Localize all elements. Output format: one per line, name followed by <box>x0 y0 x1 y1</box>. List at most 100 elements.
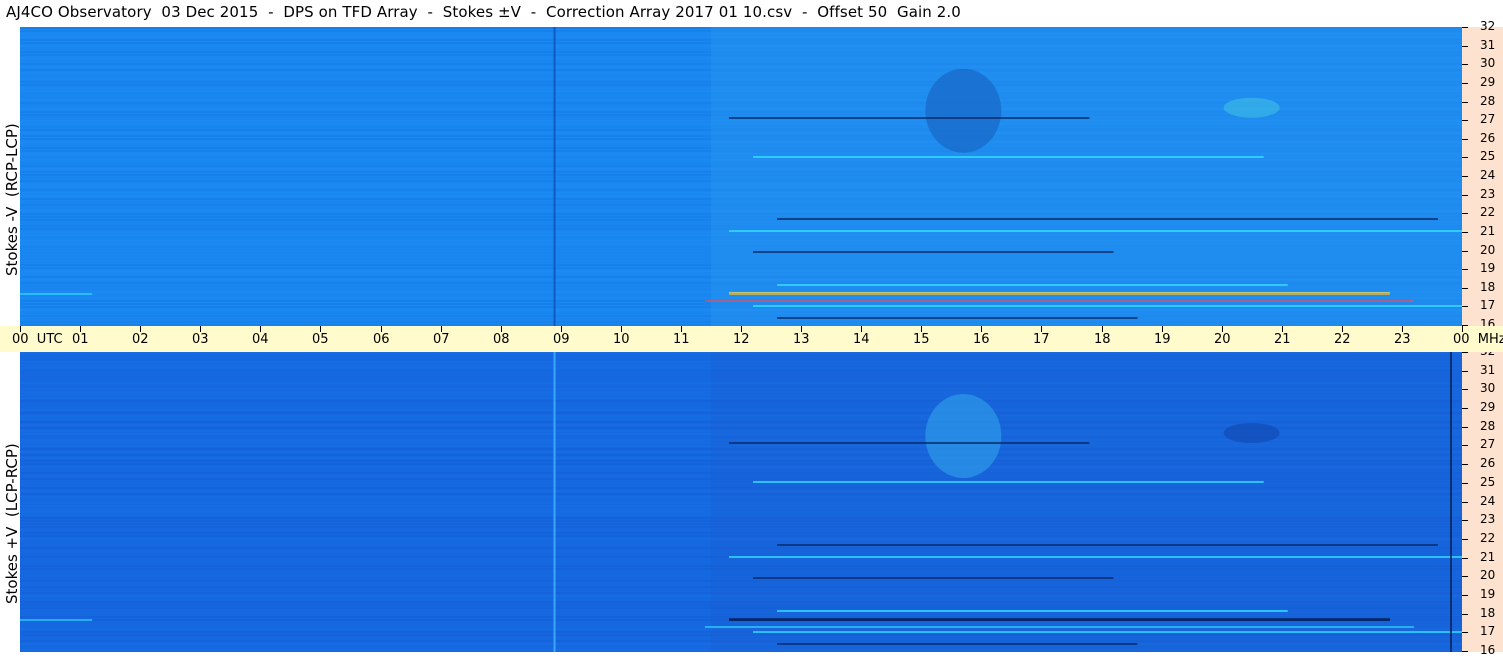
frequency-tick-label: 27 <box>1480 437 1496 451</box>
interference-line <box>753 577 1114 579</box>
interference-line <box>553 352 556 652</box>
time-tick-label: 18 <box>1094 332 1111 347</box>
activity-region <box>710 352 1462 652</box>
time-tick-label: 22 <box>1334 332 1351 347</box>
frequency-tick <box>1462 306 1468 307</box>
time-tick-label: 08 <box>493 332 510 347</box>
time-tick-label: 23 <box>1394 332 1411 347</box>
frequency-tick <box>1462 213 1468 214</box>
interference-line <box>728 230 1462 232</box>
frequency-tick <box>1462 288 1468 289</box>
frequency-tick-label: 17 <box>1480 298 1496 312</box>
frequency-tick-label: 16 <box>1480 643 1496 657</box>
bottom-frequency-axis: 3231302928272625242322212019181716 <box>1462 344 1503 657</box>
frequency-tick <box>1462 195 1468 196</box>
interference-line <box>553 27 556 326</box>
emission-blob <box>925 394 1002 478</box>
time-tick-label: 04 <box>252 332 269 347</box>
top-panel-label: Stokes -V (RCP-LCP) <box>3 123 21 276</box>
frequency-tick <box>1462 251 1468 252</box>
interference-line <box>753 305 1462 307</box>
frequency-tick-label: 31 <box>1480 363 1496 377</box>
time-tick-label: 16 <box>973 332 990 347</box>
bottom-spectrogram <box>20 352 1462 652</box>
frequency-tick-label: 17 <box>1480 624 1496 638</box>
frequency-tick <box>1462 502 1468 503</box>
top-spectrogram-plot <box>20 27 1462 326</box>
interference-line <box>728 442 1090 444</box>
time-tick-label: 07 <box>433 332 450 347</box>
frequency-tick-label: 28 <box>1480 94 1496 108</box>
frequency-tick <box>1462 520 1468 521</box>
frequency-tick-label: 23 <box>1480 187 1496 201</box>
interference-line <box>704 300 1414 302</box>
time-tick-label: 13 <box>793 332 810 347</box>
frequency-tick <box>1462 83 1468 84</box>
interference-line <box>728 556 1462 558</box>
frequency-tick <box>1462 464 1468 465</box>
interference-line <box>704 626 1414 628</box>
time-tick-label: 12 <box>733 332 750 347</box>
interference-line <box>777 643 1138 645</box>
top-frequency-axis: 32 31 30 29 28 27 26 25 24 23 22 21 20 19 18 17 16 <box>1462 19 1503 331</box>
time-tick-label: 06 <box>373 332 390 347</box>
frequency-tick-label: 19 <box>1480 261 1496 275</box>
frequency-tick-label: 31 <box>1480 38 1496 52</box>
frequency-tick-label: 18 <box>1480 280 1496 294</box>
frequency-tick <box>1462 576 1468 577</box>
frequency-tick-label: 24 <box>1480 494 1496 508</box>
frequency-tick <box>1462 595 1468 596</box>
frequency-tick <box>1462 269 1468 270</box>
emission-blob <box>1223 97 1280 118</box>
bottom-spectrogram-plot <box>20 352 1462 652</box>
frequency-tick-label: 32 <box>1480 19 1496 33</box>
frequency-tick-label: 18 <box>1480 606 1496 620</box>
frequency-tick <box>1462 614 1468 615</box>
edge-line <box>1450 352 1452 652</box>
frequency-tick <box>1462 232 1468 233</box>
interference-line <box>753 156 1264 158</box>
interference-line <box>777 610 1288 612</box>
interference-line <box>753 631 1462 633</box>
frequency-tick-label: 21 <box>1480 550 1496 564</box>
interference-line <box>728 292 1390 295</box>
interference-line <box>20 619 93 621</box>
frequency-tick-label: 19 <box>1480 587 1496 601</box>
frequency-tick-label: 30 <box>1480 381 1496 395</box>
time-tick-label: 02 <box>132 332 149 347</box>
interference-line <box>777 218 1438 220</box>
frequency-tick <box>1462 102 1468 103</box>
frequency-tick <box>1462 46 1468 47</box>
time-tick-label: 10 <box>613 332 630 347</box>
time-tick-label: 11 <box>673 332 690 347</box>
interference-line <box>753 251 1114 253</box>
time-tick-label: 21 <box>1274 332 1291 347</box>
bottom-panel-label: Stokes +V (LCP-RCP) <box>3 443 21 604</box>
time-tick-label: 00 MHz <box>1453 332 1503 347</box>
frequency-tick <box>1462 408 1468 409</box>
frequency-tick <box>1462 371 1468 372</box>
time-tick-label: 15 <box>913 332 930 347</box>
frequency-tick-label: 28 <box>1480 419 1496 433</box>
time-tick-label: 19 <box>1154 332 1171 347</box>
interference-line <box>728 618 1390 621</box>
frequency-tick <box>1462 352 1468 353</box>
activity-region <box>710 27 1462 326</box>
frequency-tick-label: 29 <box>1480 75 1496 89</box>
interference-line <box>20 293 93 295</box>
frequency-tick-label: 30 <box>1480 56 1496 70</box>
time-tick-label: 14 <box>853 332 870 347</box>
frequency-tick <box>1462 539 1468 540</box>
interference-line <box>777 317 1138 319</box>
frequency-tick <box>1462 139 1468 140</box>
time-tick-label: 17 <box>1033 332 1050 347</box>
frequency-tick <box>1462 389 1468 390</box>
frequency-tick <box>1462 120 1468 121</box>
frequency-tick <box>1462 27 1468 28</box>
frequency-tick <box>1462 64 1468 65</box>
interference-line <box>728 117 1090 119</box>
frequency-tick-label: 24 <box>1480 168 1496 182</box>
frequency-tick <box>1462 558 1468 559</box>
frequency-tick-label: 21 <box>1480 224 1496 238</box>
frequency-tick <box>1462 632 1468 633</box>
